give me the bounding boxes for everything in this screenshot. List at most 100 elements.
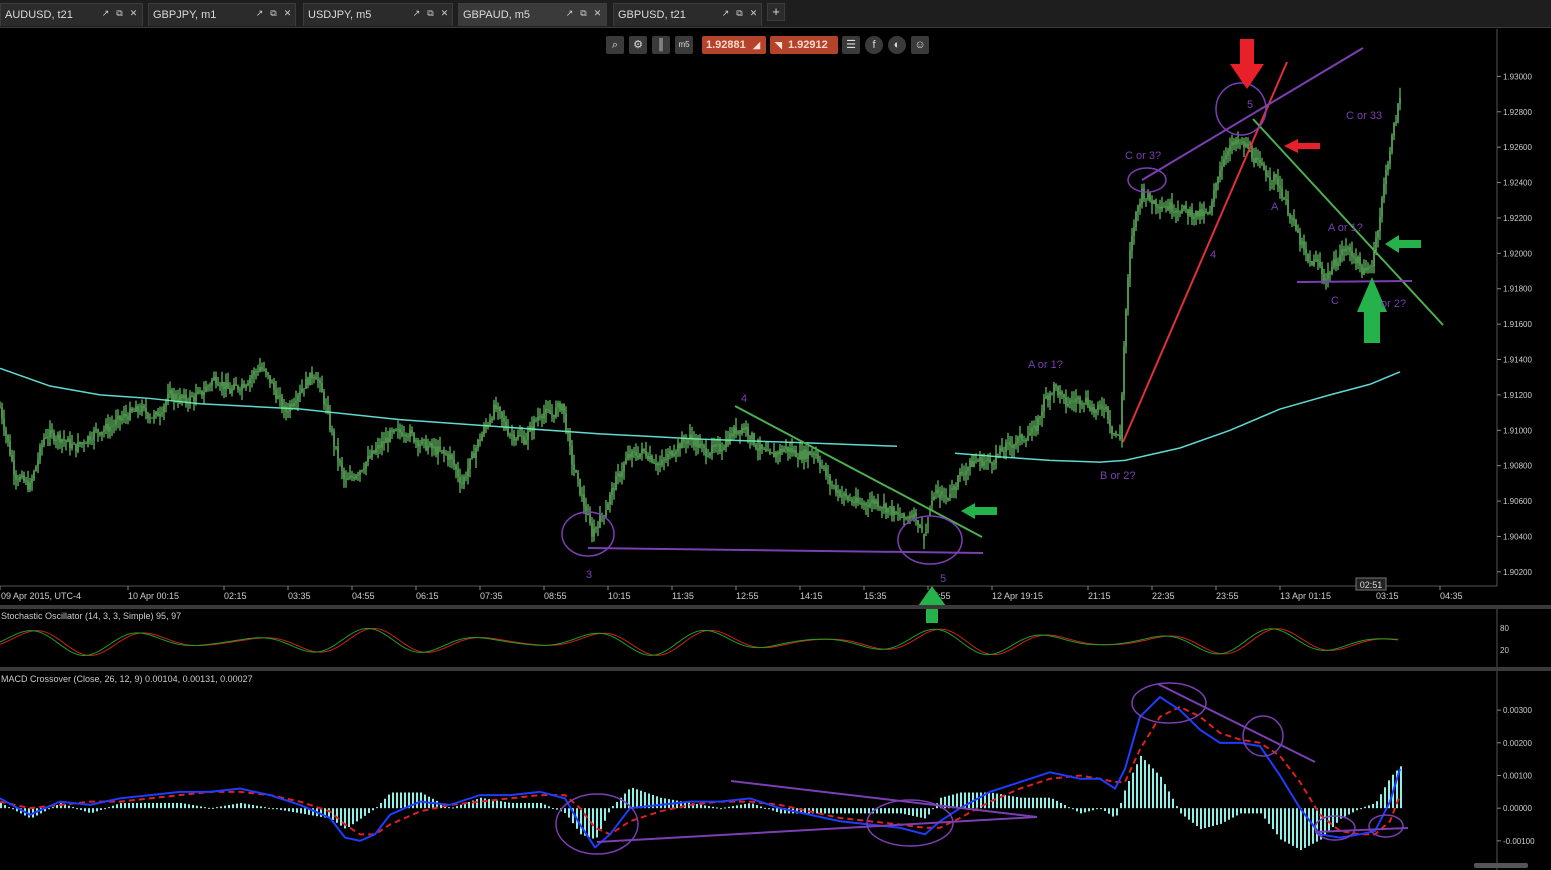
- candle-body: [915, 512, 917, 516]
- macd-hist-bar: [1368, 805, 1370, 809]
- macd-hist-bar: [1080, 808, 1082, 814]
- candle-body: [261, 367, 263, 370]
- tab-gbpusd[interactable]: GBPUSD, t21 ↗ ⧉ ✕: [613, 3, 762, 26]
- sell-price-button[interactable]: 1.92881 ◢: [702, 36, 766, 54]
- candle-body: [1329, 272, 1331, 275]
- candle-body: [537, 416, 539, 421]
- candle-body: [657, 463, 659, 466]
- macd-hist-bar: [360, 808, 362, 819]
- macd-hist-bar: [1048, 797, 1050, 809]
- share-icon[interactable]: ◐: [888, 36, 906, 54]
- candle-body: [757, 448, 759, 451]
- macd-hist-bar: [332, 808, 334, 821]
- candle-body: [309, 372, 311, 386]
- candle-body: [85, 443, 87, 445]
- close-icon[interactable]: ✕: [129, 9, 138, 18]
- candle-body: [493, 404, 495, 419]
- candle-body: [645, 450, 647, 456]
- annotation-or-2: or 2?: [1381, 298, 1406, 310]
- buy-price-button[interactable]: ◥ 1.92912: [770, 36, 838, 54]
- trader-icon[interactable]: ☺: [911, 36, 929, 54]
- macd-hist-bar: [1332, 808, 1334, 828]
- support-line-2[interactable]: [1296, 280, 1413, 283]
- candle-body: [255, 371, 257, 373]
- time-tick-label: 15:35: [864, 591, 887, 601]
- popout-icon[interactable]: ↗: [101, 9, 110, 18]
- link-icon[interactable]: ⧉: [426, 9, 435, 18]
- candle-body: [1123, 347, 1125, 396]
- close-icon[interactable]: ✕: [440, 9, 449, 18]
- candle-body: [213, 376, 215, 381]
- macd-hist-bar: [140, 802, 142, 809]
- tab-usdjpy[interactable]: USDJPY, m5 ↗ ⧉ ✕: [303, 3, 453, 26]
- add-tab-button[interactable]: +: [767, 3, 785, 21]
- candle-body: [595, 527, 597, 529]
- candle-body: [609, 494, 611, 505]
- tab-gbpjpy[interactable]: GBPJPY, m1 ↗ ⧉ ✕: [148, 3, 296, 26]
- popout-icon[interactable]: ↗: [255, 9, 264, 18]
- popout-icon[interactable]: ↗: [565, 9, 574, 18]
- candle-body: [1085, 397, 1087, 403]
- macd-hist-bar: [108, 807, 110, 809]
- candle-body: [1173, 211, 1175, 213]
- candle-body: [1269, 177, 1271, 181]
- candle-body: [1167, 206, 1169, 210]
- candle-body: [453, 459, 455, 466]
- tab-gbpaud[interactable]: GBPAUD, m5 ↗ ⧉ ✕: [458, 3, 607, 26]
- candle-body: [991, 462, 993, 465]
- macd-pane[interactable]: MACD Crossover (Close, 26, 12, 9) 0.0010…: [0, 671, 1535, 870]
- stochastic-pane[interactable]: Stochastic Oscillator (14, 3, 3, Simple)…: [0, 609, 1509, 667]
- candle-body: [1143, 188, 1145, 199]
- time-tick-label: 23:55: [1216, 591, 1239, 601]
- macd-triangle-lower[interactable]: [596, 816, 1038, 843]
- link-icon[interactable]: ⧉: [269, 9, 278, 18]
- candle-body: [981, 457, 983, 467]
- chart-type-icon[interactable]: ⚙: [629, 36, 647, 54]
- candle-body: [701, 443, 703, 446]
- candle-body: [241, 383, 243, 391]
- link-icon[interactable]: ⧉: [735, 9, 744, 18]
- candle-body: [125, 414, 127, 417]
- timeframe-button[interactable]: m5: [675, 36, 693, 54]
- macd-hist-bar: [724, 807, 726, 809]
- candle-body: [161, 412, 163, 415]
- macd-hist-bar: [860, 808, 862, 814]
- candle-body: [895, 511, 897, 514]
- candle-body: [1227, 151, 1229, 156]
- tab-audusd[interactable]: AUDUSD, t21 ↗ ⧉ ✕: [0, 3, 143, 26]
- macd-hist-bar: [400, 792, 402, 809]
- close-icon[interactable]: ✕: [283, 9, 292, 18]
- candle-body: [177, 399, 179, 402]
- candle-body: [233, 384, 235, 389]
- candle-body: [343, 470, 345, 480]
- candle-body: [761, 444, 763, 449]
- macd-hist-bar: [1012, 796, 1014, 809]
- facebook-icon[interactable]: f: [865, 36, 883, 54]
- candle-body: [365, 462, 367, 469]
- candle-body: [315, 377, 317, 380]
- pane-separator-2[interactable]: [0, 667, 1551, 671]
- macd-trendline-down[interactable]: [1157, 683, 1316, 763]
- candles-icon[interactable]: ║: [652, 36, 670, 54]
- candle-body: [1345, 248, 1347, 252]
- pane-separator-1[interactable]: [0, 605, 1551, 609]
- popout-icon[interactable]: ↗: [412, 9, 421, 18]
- link-icon[interactable]: ⧉: [115, 9, 124, 18]
- horizontal-scrollbar[interactable]: [1474, 863, 1528, 868]
- chart-area[interactable]: 1.93000 1.92800 1.92600 1.92400 1.92200 1.920…: [0, 29, 1551, 870]
- link-icon[interactable]: ⧉: [579, 9, 588, 18]
- popout-icon[interactable]: ↗: [721, 9, 730, 18]
- zoom-icon[interactable]: ⌕: [606, 36, 624, 54]
- candle-body: [1295, 220, 1297, 230]
- candle-body: [623, 463, 625, 472]
- price-pane[interactable]: 1.93000 1.92800 1.92600 1.92400 1.92200 1.920…: [0, 29, 1532, 623]
- candle-body: [1297, 229, 1299, 233]
- close-icon[interactable]: ✕: [749, 9, 758, 18]
- candle-body: [1377, 231, 1379, 238]
- candle-body: [673, 453, 675, 457]
- candle-body: [455, 465, 457, 470]
- list-icon[interactable]: ☰: [842, 36, 860, 54]
- close-icon[interactable]: ✕: [593, 9, 602, 18]
- candle-body: [437, 446, 439, 455]
- macd-hist-bar: [1220, 808, 1222, 824]
